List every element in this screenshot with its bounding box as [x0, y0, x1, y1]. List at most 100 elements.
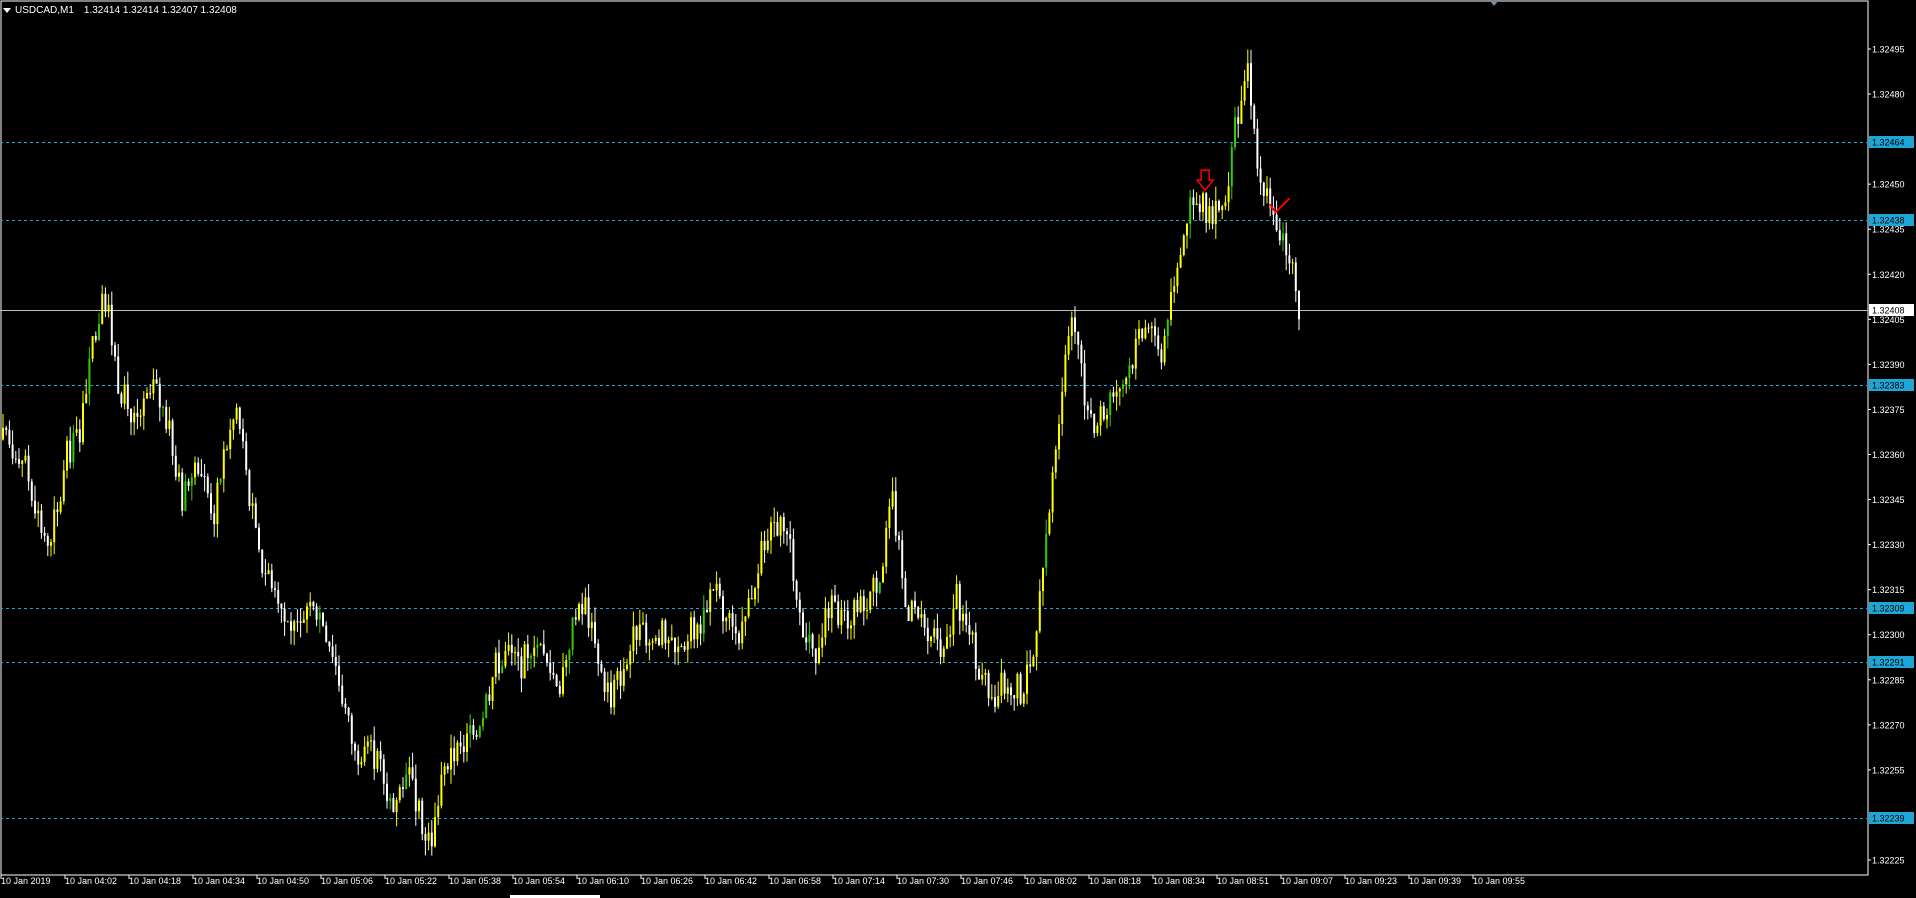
- time-axis-label-15: 10 Jan 07:46: [961, 876, 1013, 886]
- candle-body: [469, 725, 472, 734]
- candle-body: [658, 637, 660, 646]
- symbol-timeframe: USDCAD,M1: [15, 4, 74, 16]
- candle-body: [747, 598, 750, 617]
- candle-body: [1147, 327, 1150, 329]
- candle-body: [754, 588, 756, 600]
- candle-body: [971, 632, 974, 635]
- candle-body: [1250, 63, 1252, 106]
- candle-body: [43, 532, 46, 536]
- candle-body: [664, 620, 667, 644]
- candle-body: [75, 429, 78, 433]
- candle-body: [389, 797, 392, 801]
- sell-arrow-icon[interactable]: [1195, 169, 1215, 192]
- candle-body: [802, 612, 804, 638]
- candle-body: [142, 398, 145, 416]
- chart-shift-marker-icon[interactable]: [1489, 0, 1499, 6]
- candle-body: [114, 345, 116, 357]
- candle-body: [1054, 449, 1057, 473]
- candle-body: [1003, 672, 1006, 694]
- candle-body: [360, 761, 363, 765]
- candle-body: [510, 644, 513, 653]
- candle-body: [1090, 410, 1092, 414]
- candle-body: [549, 662, 552, 673]
- candle-body: [152, 379, 155, 394]
- candle-body: [187, 481, 190, 486]
- candle-body: [642, 622, 644, 625]
- candle-body: [904, 578, 907, 607]
- candle-body: [27, 455, 30, 482]
- candle-body: [1048, 512, 1051, 534]
- price-axis: 1.32495 1.32480 1.32450 1.32435 1.32420 1.324…: [1868, 45, 1914, 866]
- candle-body: [885, 527, 888, 567]
- candle-body: [987, 672, 990, 699]
- candle-body: [491, 677, 494, 701]
- candle-body: [334, 656, 337, 666]
- candle-body: [901, 540, 904, 579]
- candle-body: [1150, 326, 1153, 329]
- candle-body: [990, 697, 993, 699]
- candle-body: [894, 491, 897, 536]
- time-axis-label-23: 10 Jan 09:55: [1473, 876, 1525, 886]
- candle-body: [606, 682, 609, 693]
- candle-body: [88, 358, 91, 394]
- trade-arrows: [1195, 169, 1291, 214]
- price-chart[interactable]: 1.32495 1.32480 1.32450 1.32435 1.32420 1.324…: [0, 0, 1916, 898]
- candle-body: [830, 595, 833, 619]
- candle-body: [750, 598, 753, 600]
- candle-body: [808, 634, 811, 643]
- candle-body: [840, 609, 843, 626]
- candle-body: [1134, 338, 1137, 369]
- time-axis-label-20: 10 Jan 09:07: [1281, 876, 1333, 886]
- candle-body: [661, 620, 664, 646]
- candle-body: [162, 406, 164, 408]
- candle-body: [1010, 687, 1012, 696]
- candle-body: [1186, 223, 1188, 236]
- candle-body: [875, 577, 878, 593]
- chart-window[interactable]: 1.32495 1.32480 1.32450 1.32435 1.32420 1.324…: [0, 0, 1916, 898]
- price-axis-label-4: 1.32420: [1872, 270, 1905, 280]
- candle-body: [533, 647, 536, 656]
- candle-body: [648, 642, 651, 646]
- candle-body: [66, 440, 68, 471]
- candle-body: [574, 617, 577, 620]
- price-axis-label-2: 1.32450: [1872, 180, 1905, 190]
- price-axis-label-8: 1.32360: [1872, 450, 1905, 460]
- candle-body: [104, 293, 107, 312]
- candle-body: [1058, 424, 1060, 450]
- candle-body: [590, 622, 593, 628]
- candle-body: [1032, 656, 1035, 667]
- chart-header: USDCAD,M1 1.32414 1.32414 1.32407 1.3240…: [3, 3, 237, 17]
- candle-body: [850, 625, 852, 629]
- candle-body: [504, 650, 507, 667]
- candle-body: [290, 621, 292, 631]
- time-axis-label-0: 10 Jan 2019: [1, 876, 51, 886]
- candle-body: [949, 634, 952, 637]
- candle-body: [670, 637, 673, 640]
- candle-body: [1246, 63, 1249, 82]
- candle-body: [939, 639, 942, 657]
- candle-body: [1000, 672, 1003, 696]
- candle-body: [702, 609, 705, 634]
- candle-body: [1128, 365, 1131, 379]
- candle-body: [5, 427, 8, 430]
- chart-menu-triangle-icon[interactable]: [3, 7, 11, 13]
- candle-body: [1275, 214, 1278, 231]
- candle-body: [350, 715, 353, 744]
- level-4-label: 1.32291: [1872, 658, 1905, 668]
- candle-body: [1288, 255, 1291, 264]
- candle-body: [1285, 233, 1288, 256]
- candle-body: [786, 531, 788, 535]
- candle-body: [11, 444, 14, 459]
- candle-body: [626, 664, 628, 670]
- candle-body: [53, 509, 56, 543]
- candle-body: [386, 783, 388, 801]
- candle-body: [34, 500, 36, 514]
- candle-body: [613, 679, 616, 708]
- candle-body: [171, 420, 174, 456]
- candle-body: [213, 513, 216, 525]
- candle-body: [245, 441, 248, 471]
- candle-body: [888, 506, 891, 528]
- candle-body: [994, 697, 996, 707]
- candle-body: [366, 741, 369, 747]
- candle-body: [197, 462, 200, 474]
